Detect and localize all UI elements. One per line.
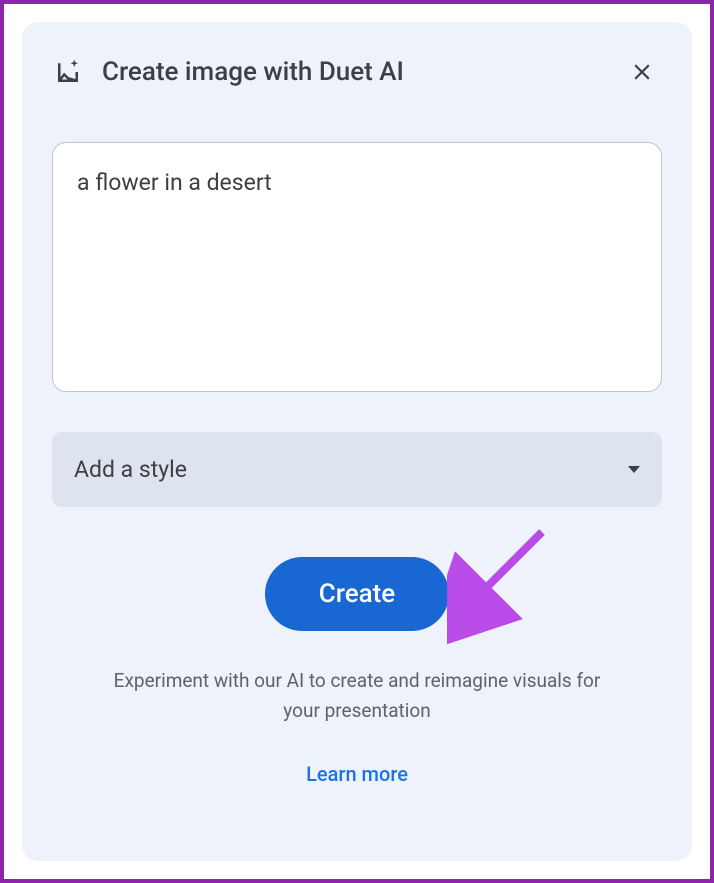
close-button[interactable] (622, 52, 662, 92)
app-frame: Create image with Duet AI Add a style (0, 0, 714, 883)
style-dropdown[interactable]: Add a style (52, 432, 662, 507)
learn-more-link[interactable]: Learn more (306, 762, 408, 786)
panel-header: Create image with Duet AI (52, 52, 662, 92)
style-dropdown-label: Add a style (74, 456, 187, 483)
panel-title: Create image with Duet AI (102, 57, 604, 87)
prompt-container (52, 142, 662, 392)
create-button[interactable]: Create (265, 557, 449, 631)
duet-ai-panel: Create image with Duet AI Add a style (22, 22, 692, 861)
sparkle-image-icon (52, 56, 84, 88)
prompt-input[interactable] (77, 169, 637, 331)
info-text: Experiment with our AI to create and rei… (97, 666, 617, 727)
annotation-arrow (447, 527, 567, 647)
close-icon (629, 59, 655, 85)
create-section: Create Experiment with our AI to create … (52, 557, 662, 786)
chevron-down-icon (628, 466, 640, 473)
